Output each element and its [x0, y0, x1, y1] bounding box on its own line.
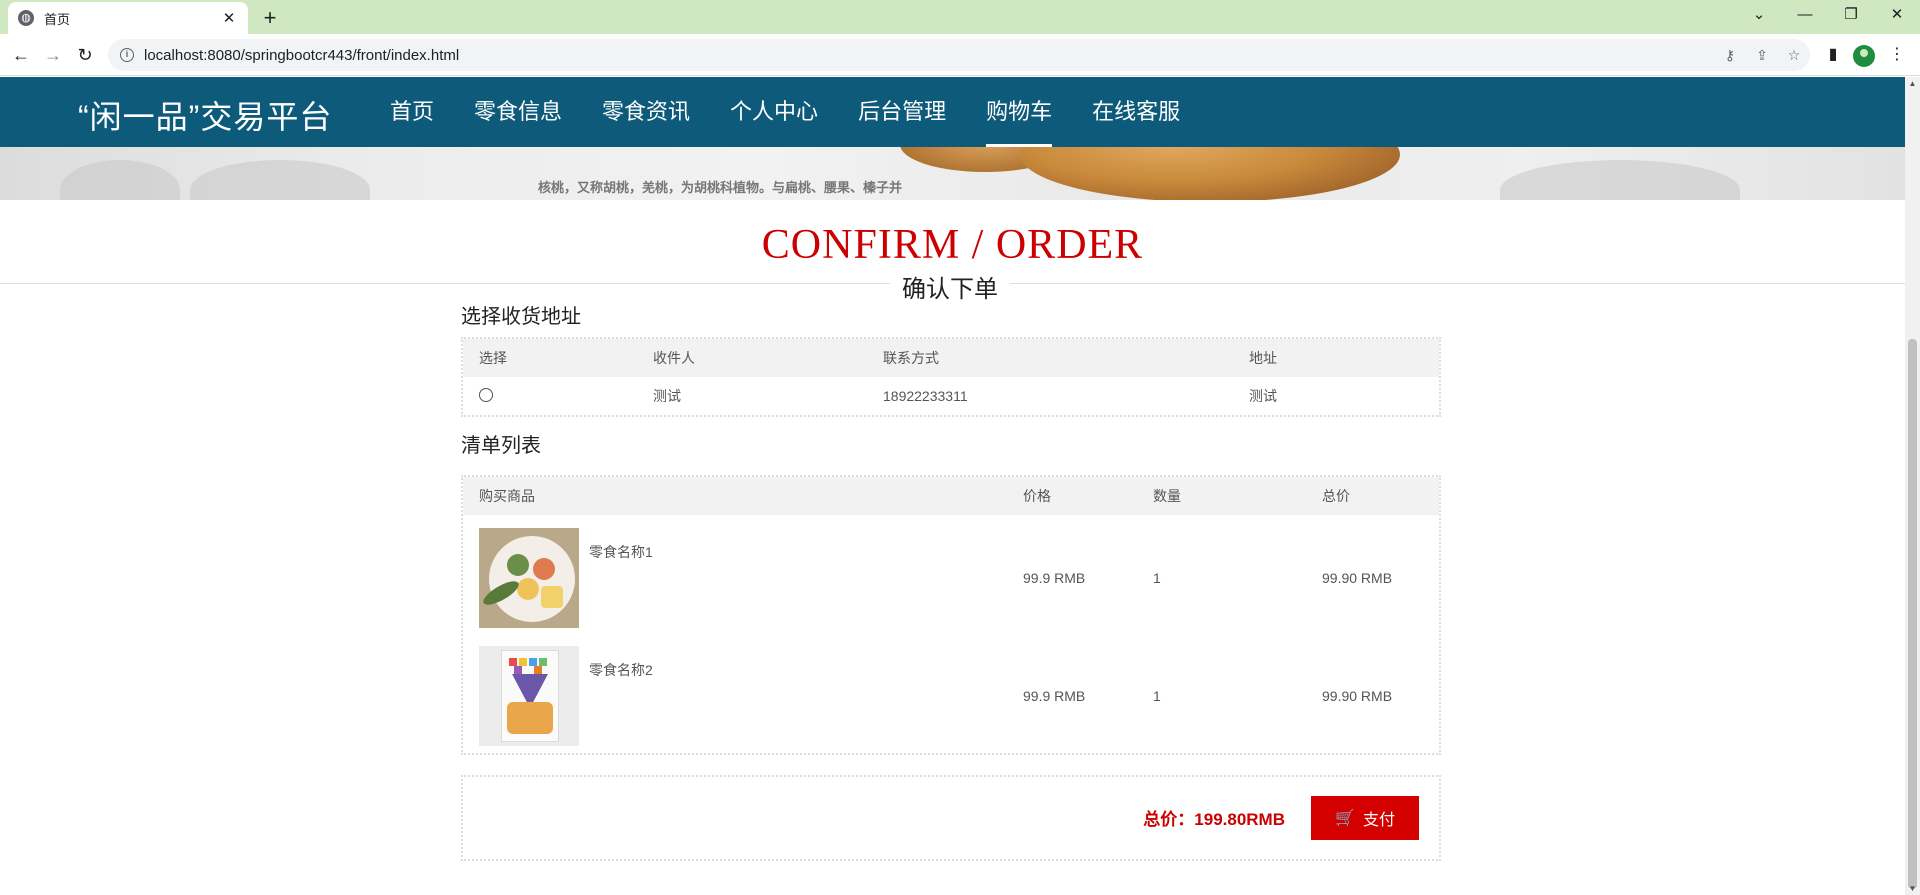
page-viewport: “闲一品”交易平台 首页 零食信息 零食资讯 个人中心 后台管理 购物车 在线客… — [0, 77, 1905, 895]
main-nav: 首页 零食信息 零食资讯 个人中心 后台管理 购物车 在线客服 — [370, 77, 1200, 147]
col-phone: 联系方式 — [883, 350, 939, 366]
key-icon[interactable]: ⚷ — [1714, 47, 1746, 64]
restore-button[interactable]: ❐ — [1828, 0, 1874, 30]
side-panel-icon[interactable]: ▮ — [1818, 40, 1848, 70]
site-logo[interactable]: “闲一品”交易平台 — [78, 92, 332, 138]
table-row[interactable]: 零食名称2 99.9 RMB 1 99.90 RMB — [463, 633, 1439, 751]
col-select: 选择 — [479, 350, 507, 366]
forward-icon[interactable]: → — [38, 40, 68, 70]
checkout-bar: 总价：199.80RMB 🛒 支付 — [461, 775, 1441, 861]
tab-title: 首页 — [44, 11, 71, 27]
nav-cart[interactable]: 购物车 — [966, 77, 1072, 147]
product-image[interactable] — [479, 646, 579, 746]
scroll-up-icon[interactable]: ▲ — [1908, 79, 1917, 88]
close-window-button[interactable]: ✕ — [1874, 0, 1920, 30]
section-subtitle: 确认下单 — [890, 269, 1010, 304]
close-tab-icon[interactable]: ✕ — [220, 9, 238, 27]
table-row[interactable]: 测试 18922233311 测试 — [463, 377, 1439, 415]
pay-button-label: 支付 — [1362, 812, 1395, 829]
price-cell: 99.9 RMB — [1023, 570, 1086, 586]
recipient-cell: 测试 — [653, 388, 681, 404]
quantity-cell: 1 — [1153, 688, 1161, 704]
address-heading: 选择收货地址 — [461, 306, 581, 328]
address-bar[interactable]: i localhost:8080/springbootcr443/front/i… — [108, 39, 1810, 71]
minimize-button[interactable]: — — [1782, 0, 1828, 30]
scrollbar-thumb[interactable] — [1908, 339, 1917, 889]
nav-admin[interactable]: 后台管理 — [838, 77, 966, 147]
banner-caption: 核桃，又称胡桃，羌桃，为胡桃科植物。与扁桃、腰果、榛子并 — [538, 180, 903, 195]
page-scrollbar[interactable]: ▲ ▼ — [1905, 77, 1920, 895]
nav-personal-center[interactable]: 个人中心 — [710, 77, 838, 147]
price-cell: 99.9 RMB — [1023, 688, 1086, 704]
menu-kebab-icon[interactable]: ⋮ — [1882, 40, 1912, 70]
site-info-icon[interactable]: i — [120, 48, 134, 62]
subtotal-cell: 99.90 RMB — [1322, 688, 1393, 704]
tab-search-icon[interactable]: ⌄ — [1736, 0, 1782, 30]
address-table-header: 选择 收件人 联系方式 地址 — [463, 339, 1439, 377]
quantity-cell: 1 — [1153, 570, 1161, 586]
address-radio[interactable] — [479, 387, 493, 402]
browser-tab[interactable]: ◍ 首页 ✕ — [8, 2, 248, 34]
col-quantity: 数量 — [1153, 488, 1181, 504]
address-cell: 测试 — [1249, 388, 1277, 404]
order-list-heading: 清单列表 — [461, 435, 541, 457]
order-total: 总价：199.80RMB — [1143, 810, 1285, 829]
site-header: “闲一品”交易平台 首页 零食信息 零食资讯 个人中心 后台管理 购物车 在线客… — [0, 77, 1905, 147]
section-title: CONFIRM / ORDER — [761, 222, 1144, 268]
product-name[interactable]: 零食名称2 — [589, 660, 653, 680]
col-price: 价格 — [1023, 488, 1051, 504]
col-subtotal: 总价 — [1322, 488, 1350, 504]
col-address: 地址 — [1249, 350, 1277, 366]
nav-snack-news[interactable]: 零食资讯 — [582, 77, 710, 147]
banner-image: 核桃，又称胡桃，羌桃，为胡桃科植物。与扁桃、腰果、榛子并 — [0, 147, 1905, 200]
browser-tab-strip: ◍ 首页 ✕ + ⌄ — ❐ ✕ — [0, 0, 1920, 34]
url-text[interactable]: localhost:8080/springbootcr443/front/ind… — [144, 47, 1714, 64]
nav-customer-service[interactable]: 在线客服 — [1072, 77, 1200, 147]
reload-icon[interactable]: ↻ — [70, 40, 100, 70]
product-image[interactable] — [479, 528, 579, 628]
profile-avatar[interactable] — [1853, 45, 1875, 67]
cart-icon: 🛒 — [1335, 810, 1355, 827]
order-table-header: 购买商品 价格 数量 总价 — [463, 477, 1439, 515]
table-row[interactable]: 零食名称1 99.9 RMB 1 99.90 RMB — [463, 515, 1439, 633]
bookmark-star-icon[interactable]: ☆ — [1778, 47, 1810, 64]
order-items-table: 购买商品 价格 数量 总价 零食名称1 99.9 RMB 1 99.90 RMB — [461, 475, 1441, 755]
address-table: 选择 收件人 联系方式 地址 测试 18922233311 测试 — [461, 337, 1441, 417]
product-name[interactable]: 零食名称1 — [589, 542, 653, 562]
new-tab-button[interactable]: + — [256, 4, 284, 32]
share-icon[interactable]: ⇪ — [1746, 47, 1778, 64]
col-recipient: 收件人 — [653, 350, 695, 366]
nav-snack-info[interactable]: 零食信息 — [454, 77, 582, 147]
col-product: 购买商品 — [479, 488, 535, 504]
browser-toolbar: ← → ↻ i localhost:8080/springbootcr443/f… — [0, 34, 1920, 76]
globe-icon: ◍ — [18, 10, 34, 26]
phone-cell: 18922233311 — [883, 388, 968, 404]
subtotal-cell: 99.90 RMB — [1322, 570, 1393, 586]
back-icon[interactable]: ← — [6, 40, 36, 70]
scroll-down-icon[interactable]: ▼ — [1908, 884, 1917, 893]
pay-button[interactable]: 🛒 支付 — [1311, 796, 1419, 840]
nav-home[interactable]: 首页 — [370, 77, 454, 147]
